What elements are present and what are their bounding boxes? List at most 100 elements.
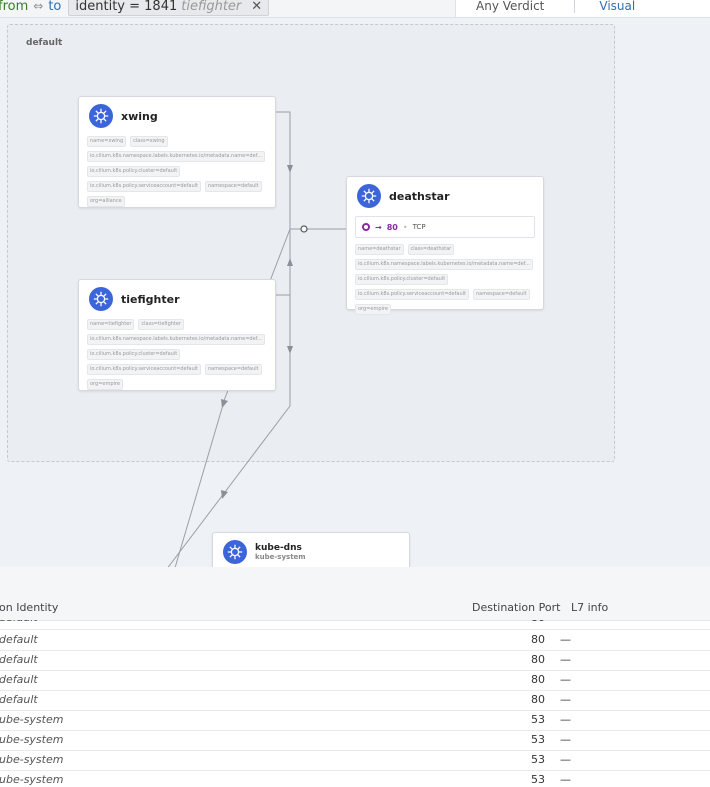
edge-xwing-deathstar (275, 111, 291, 229)
row-source: default (0, 653, 38, 666)
label-tag: io.cilium.k8s.policy.cluster=default (87, 349, 181, 360)
visual-toggle[interactable]: Visual (599, 0, 635, 13)
kubernetes-icon (357, 184, 381, 208)
service-card-xwing[interactable]: xwing name=xwing class=xwing io.cilium.k… (78, 96, 276, 208)
port-row[interactable]: → 80 • TCP (355, 216, 535, 238)
row-port: 53 (531, 733, 545, 746)
card-title-group: kube-dns kube-system (255, 543, 306, 561)
label-tag: io.cilium.k8s.policy.serviceaccount=defa… (87, 364, 201, 375)
label-tag: io.cilium.k8s.policy.serviceaccount=defa… (87, 181, 201, 192)
label-tag: namespace=default (472, 289, 530, 300)
column-destination-port[interactable]: Destination Port (472, 601, 560, 614)
row-source: default (0, 620, 38, 624)
row-port: 80 (500, 620, 545, 624)
table-row[interactable]: default 80 — (0, 690, 710, 711)
row-source: ube-system (0, 773, 64, 786)
row-source: ube-system (0, 713, 64, 726)
row-l7: — (560, 653, 571, 666)
row-port: 80 (531, 673, 545, 686)
row-l7: — (560, 693, 571, 706)
row-port: 53 (531, 773, 545, 786)
close-icon[interactable]: ✕ (251, 0, 262, 14)
arrow-head (287, 346, 293, 354)
service-namespace: kube-system (255, 553, 306, 561)
row-l7: — (560, 633, 571, 646)
table-row[interactable]: default 80 — (0, 670, 710, 691)
arrow-head (287, 165, 293, 173)
flows-table: on Identity Destination Port L7 info def… (0, 567, 710, 787)
toolbar-right: Any Verdict Visual (455, 0, 710, 18)
filter-direction-from[interactable]: from (0, 0, 28, 14)
table-row-partial[interactable]: default 80 (0, 620, 710, 630)
row-source: default (0, 673, 38, 686)
label-tag: io.cilium.k8s.policy.cluster=default (355, 274, 449, 285)
service-card-tiefighter[interactable]: tiefighter name=tiefighter class=tiefigh… (78, 279, 276, 391)
row-l7: — (560, 753, 571, 766)
label-tag: org=empire (87, 379, 123, 390)
label-tag: name=tiefighter (87, 319, 135, 330)
label-tag: name=deathstar (355, 244, 404, 255)
card-header: kube-dns kube-system (213, 533, 409, 568)
row-l7: — (560, 713, 571, 726)
row-port: 80 (531, 653, 545, 666)
filter-tag[interactable]: identity = 1841 tiefighter ✕ (68, 0, 270, 16)
verdict-dropdown[interactable]: Any Verdict (476, 0, 544, 13)
filter-tag-value: tiefighter (181, 0, 242, 14)
port-protocol: TCP (412, 223, 426, 231)
row-port: 53 (531, 713, 545, 726)
filter-direction-to[interactable]: to (48, 0, 61, 14)
kubernetes-icon (89, 287, 113, 311)
row-l7: — (560, 673, 571, 686)
row-source: ube-system (0, 733, 64, 746)
column-l7-info[interactable]: L7 info (571, 601, 608, 614)
label-tag: io.cilium.k8s.namespace.labels.kubernete… (87, 334, 265, 345)
card-header: deathstar (347, 177, 543, 212)
kubernetes-icon (89, 104, 113, 128)
row-source: default (0, 693, 38, 706)
table-row[interactable]: default 80 — (0, 630, 710, 651)
table-row[interactable]: ube-system 53 — (0, 730, 710, 751)
service-title: deathstar (389, 189, 450, 203)
filter-group: from ⇔ to identity = 1841 tiefighter ✕ (0, 0, 270, 16)
row-port: 53 (531, 753, 545, 766)
table-row[interactable]: default 80 — (0, 650, 710, 671)
separator-dot: • (402, 222, 408, 232)
arrow-right-icon: → (375, 222, 382, 232)
label-tag: org=empire (355, 304, 391, 315)
divider (574, 0, 576, 13)
service-card-deathstar[interactable]: deathstar → 80 • TCP name=deathstar clas… (346, 176, 544, 315)
row-source: ube-system (0, 753, 64, 766)
row-port: 80 (531, 633, 545, 646)
port-number: 80 (386, 222, 398, 232)
label-tag: class=deathstar (407, 244, 455, 255)
arrow-head (221, 490, 228, 499)
row-l7: — (560, 733, 571, 746)
arrow-head (287, 258, 293, 266)
label-list: name=deathstar class=deathstar io.cilium… (347, 240, 543, 321)
label-tag: org=alliance (87, 196, 125, 207)
label-list: name=tiefighter class=tiefighter io.cili… (79, 315, 275, 396)
label-tag: class=xwing (130, 136, 168, 147)
table-row[interactable]: ube-system 53 — (0, 710, 710, 731)
label-tag: io.cilium.k8s.namespace.labels.kubernete… (355, 259, 533, 270)
arrow-head (221, 399, 228, 408)
kubernetes-icon (223, 540, 247, 564)
service-title: xwing (121, 109, 158, 123)
service-map-canvas[interactable]: default xwing name=xwing class=xwing io.… (0, 18, 710, 574)
port-endpoint-icon (362, 223, 370, 231)
filter-tag-key: identity = 1841 (75, 0, 178, 14)
card-header: tiefighter (79, 280, 275, 315)
row-source: default (0, 633, 38, 646)
filter-direction-arrow-icon[interactable]: ⇔ (33, 0, 43, 13)
table-row[interactable]: ube-system 53 — (0, 770, 710, 787)
service-title: tiefighter (121, 292, 180, 306)
label-tag: class=tiefighter (138, 319, 185, 330)
label-tag: namespace=default (204, 364, 262, 375)
table-row[interactable]: ube-system 53 — (0, 750, 710, 771)
row-l7: — (560, 773, 571, 786)
label-tag: io.cilium.k8s.namespace.labels.kubernete… (87, 151, 265, 162)
label-tag: namespace=default (204, 181, 262, 192)
label-tag: name=xwing (87, 136, 127, 147)
row-port: 80 (531, 693, 545, 706)
column-destination-identity[interactable]: on Identity (0, 601, 58, 614)
